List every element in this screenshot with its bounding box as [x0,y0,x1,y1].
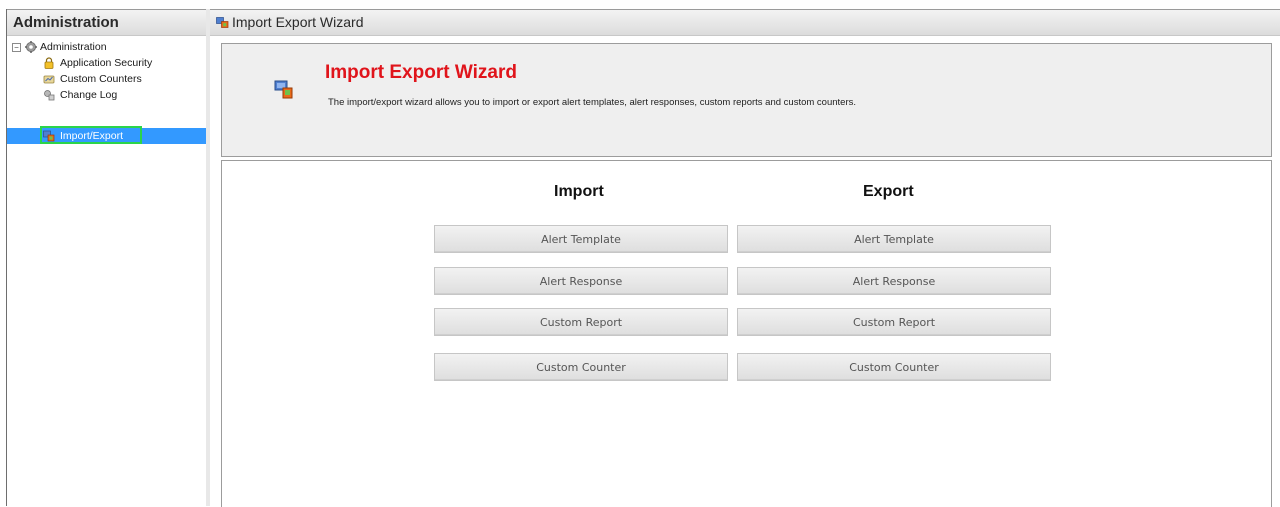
export-custom-counter-button[interactable]: Custom Counter [737,353,1051,381]
collapse-icon[interactable]: − [12,43,21,52]
import-custom-counter-button[interactable]: Custom Counter [434,353,728,381]
gear-icon [25,41,37,53]
import-alert-template-button[interactable]: Alert Template [434,225,728,253]
navigation-panel: Administration − Administration Applicat… [6,9,207,506]
import-export-icon [43,130,55,142]
tree-item-administration[interactable]: − Administration [7,40,207,55]
lock-icon [44,57,54,69]
page-title: Import Export Wizard [232,14,364,30]
tree-item-label: Change Log [60,89,118,101]
import-custom-report-button[interactable]: Custom Report [434,308,728,336]
counter-icon [43,75,55,84]
wizard-content: Import Export Alert Template Alert Respo… [221,160,1272,507]
tree-item-custom-counters[interactable]: Custom Counters [7,72,207,87]
wizard-description: The import/export wizard allows you to i… [328,97,857,108]
tree-item-label: Import/Export [60,130,124,142]
import-alert-response-button[interactable]: Alert Response [434,267,728,295]
navigation-panel-title: Administration [7,9,207,36]
import-export-icon [274,80,293,99]
page-header: Import Export Wizard [210,9,1280,36]
change-log-icon [44,90,55,101]
export-alert-response-button[interactable]: Alert Response [737,267,1051,295]
tree-item-application-security[interactable]: Application Security [7,56,207,71]
tree-item-label: Application Security [60,57,153,69]
export-heading: Export [863,183,914,200]
tree-item-change-log[interactable]: Change Log [7,88,207,103]
wizard-banner: Import Export Wizard The import/export w… [221,43,1272,157]
import-export-icon [216,17,229,28]
app-window: Administration − Administration Applicat… [0,0,1280,507]
export-custom-report-button[interactable]: Custom Report [737,308,1051,336]
tree-item-import-export[interactable]: Import/Export [7,129,207,144]
import-heading: Import [554,183,604,200]
wizard-title: Import Export Wizard [325,62,517,83]
tree-item-label: Custom Counters [60,73,142,85]
tree-item-label: Administration [40,41,107,53]
export-alert-template-button[interactable]: Alert Template [737,225,1051,253]
panel-splitter[interactable] [206,9,210,506]
